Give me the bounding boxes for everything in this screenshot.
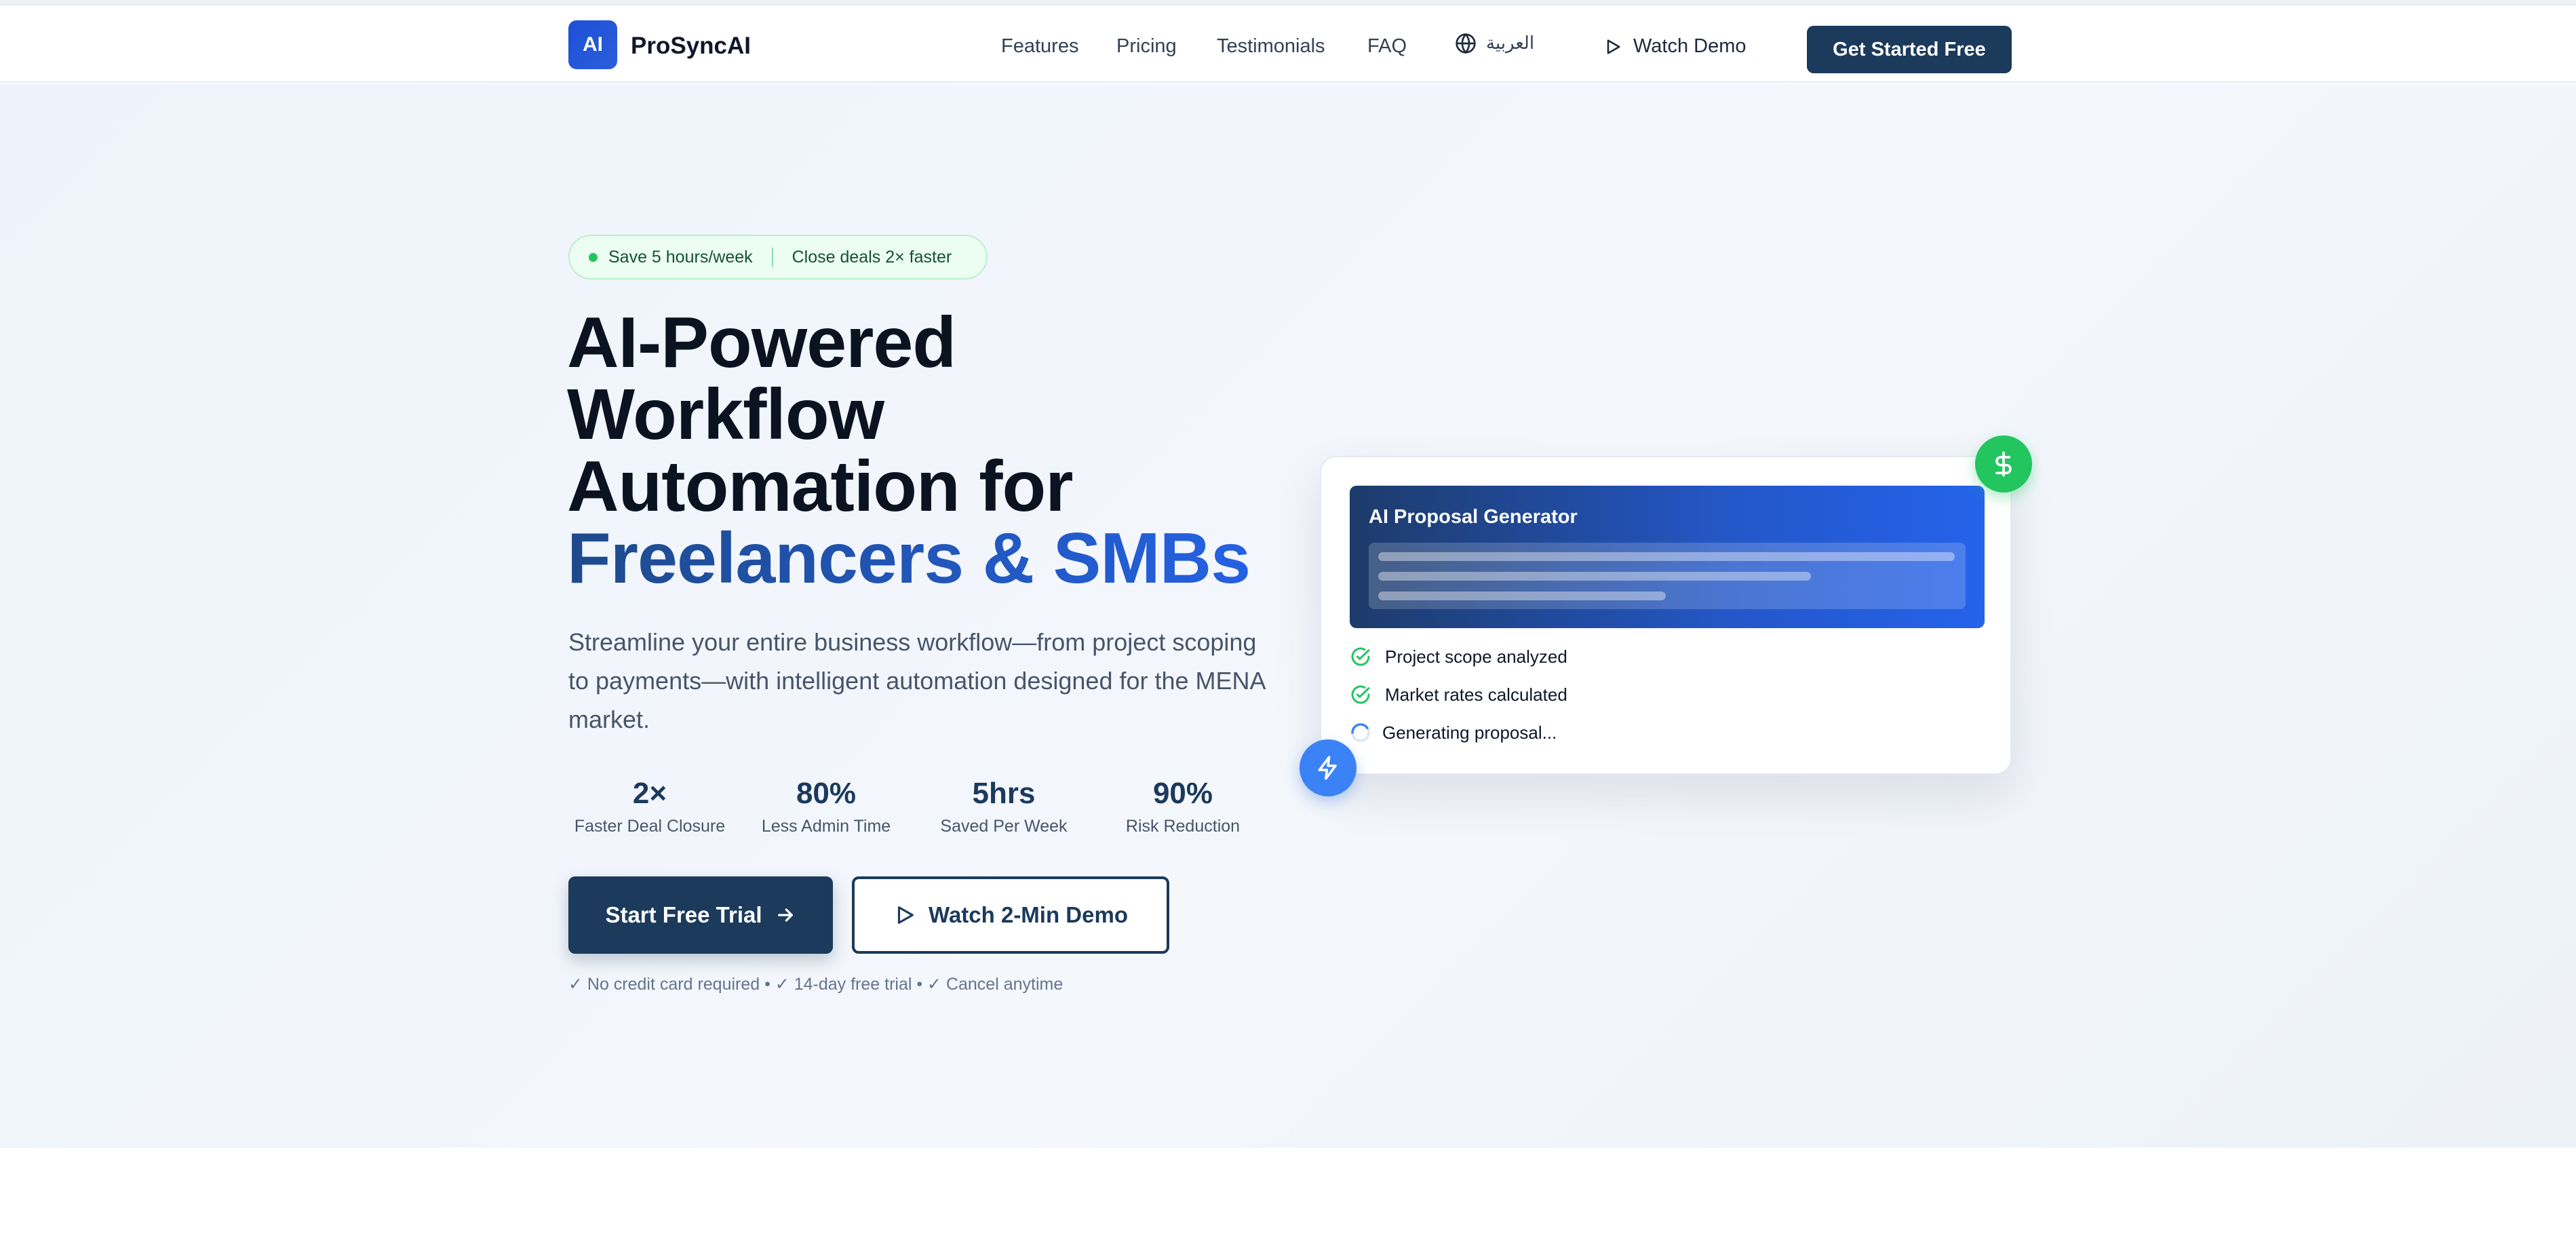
trial-fine-print: ✓ No credit card required • ✓ 14-day fre… (568, 975, 1063, 994)
start-free-trial-label: Start Free Trial (605, 902, 762, 927)
step-row: Project scope analyzed (1350, 646, 1567, 667)
language-label: العربية (1486, 33, 1535, 54)
language-switcher[interactable]: العربية (1455, 33, 1534, 54)
badge-left-text: Save 5 hours/week (608, 247, 753, 267)
stat-risk-reduction: 90% Risk Reduction (1108, 776, 1257, 836)
arrow-right-icon (777, 908, 793, 922)
benefit-badge: Save 5 hours/week Close deals 2× faster (568, 235, 988, 279)
stat-label: Less Admin Time (761, 817, 891, 836)
status-dot-icon (589, 252, 598, 262)
nav-link-testimonials[interactable]: Testimonials (1217, 35, 1325, 58)
stat-label: Risk Reduction (1125, 817, 1241, 836)
step-row: Generating proposal... (1350, 722, 1557, 743)
hero-subtitle: Streamline your entire business workflow… (568, 628, 1265, 733)
stat-saved-week: 5hrs Saved Per Week (929, 776, 1078, 836)
start-free-trial-button[interactable]: Start Free Trial (568, 876, 833, 954)
lightning-icon (1318, 756, 1337, 780)
check-circle-icon (1351, 647, 1370, 666)
headline-line-3: Automation for (567, 446, 1074, 526)
stat-value: 5hrs (972, 777, 1036, 810)
skeleton-line (1378, 572, 1811, 581)
headline-line-1: AI-Powered (567, 303, 956, 383)
stat-value: 2× (632, 777, 667, 810)
lightning-badge (1300, 739, 1357, 796)
hero-headline: AI-Powered Workflow Automation for Freel… (567, 307, 1313, 594)
check-circle-icon (1351, 685, 1370, 704)
dollar-icon (1995, 451, 2012, 477)
globe-icon (1456, 33, 1476, 54)
dollar-badge (1975, 435, 2032, 492)
headline-line-2: Workflow (567, 374, 884, 454)
skeleton-line (1378, 592, 1666, 600)
hero-section (0, 84, 2576, 1148)
nav-link-faq[interactable]: FAQ (1367, 35, 1407, 58)
watch-demo-label: Watch 2-Min Demo (929, 902, 1128, 927)
stat-faster-deal: 2× Faster Deal Closure (568, 776, 731, 836)
badge-right-text: Close deals 2× faster (792, 247, 952, 267)
stat-label: Faster Deal Closure (574, 817, 726, 836)
site-header: AI ProSyncAI Features Pricing Testimonia… (0, 5, 2576, 83)
logo-icon[interactable]: AI (568, 20, 617, 69)
headline-accent: Freelancers & SMBs (567, 522, 1313, 594)
watch-demo-nav-button[interactable]: Watch Demo (1603, 35, 1746, 58)
ai-proposal-card: AI Proposal Generator Project scope anal… (1320, 456, 2012, 775)
step-row: Market rates calculated (1350, 684, 1567, 705)
badge-divider (771, 248, 773, 267)
get-started-button[interactable]: Get Started Free (1807, 26, 2012, 73)
watch-demo-label: Watch Demo (1633, 35, 1746, 57)
stat-label: Saved Per Week (940, 817, 1068, 836)
watch-demo-button[interactable]: Watch 2-Min Demo (852, 876, 1169, 954)
stat-value: 90% (1152, 777, 1213, 810)
nav-link-pricing[interactable]: Pricing (1116, 35, 1177, 58)
stat-admin-time: 80% Less Admin Time (752, 776, 901, 836)
card-header: AI Proposal Generator (1350, 486, 1985, 628)
play-icon (897, 906, 914, 924)
stat-value: 80% (796, 777, 857, 810)
skeleton-line (1378, 552, 1955, 561)
play-icon (1607, 39, 1620, 54)
proposal-preview (1369, 543, 1966, 609)
step-label: Project scope analyzed (1385, 646, 1567, 667)
step-label: Market rates calculated (1385, 684, 1567, 705)
card-title: AI Proposal Generator (1369, 506, 1578, 528)
browser-top-strip (0, 0, 2576, 5)
step-label: Generating proposal... (1382, 722, 1557, 743)
nav-link-features[interactable]: Features (1001, 35, 1078, 58)
brand-name[interactable]: ProSyncAI (631, 33, 751, 60)
spinner-icon (1351, 723, 1370, 742)
